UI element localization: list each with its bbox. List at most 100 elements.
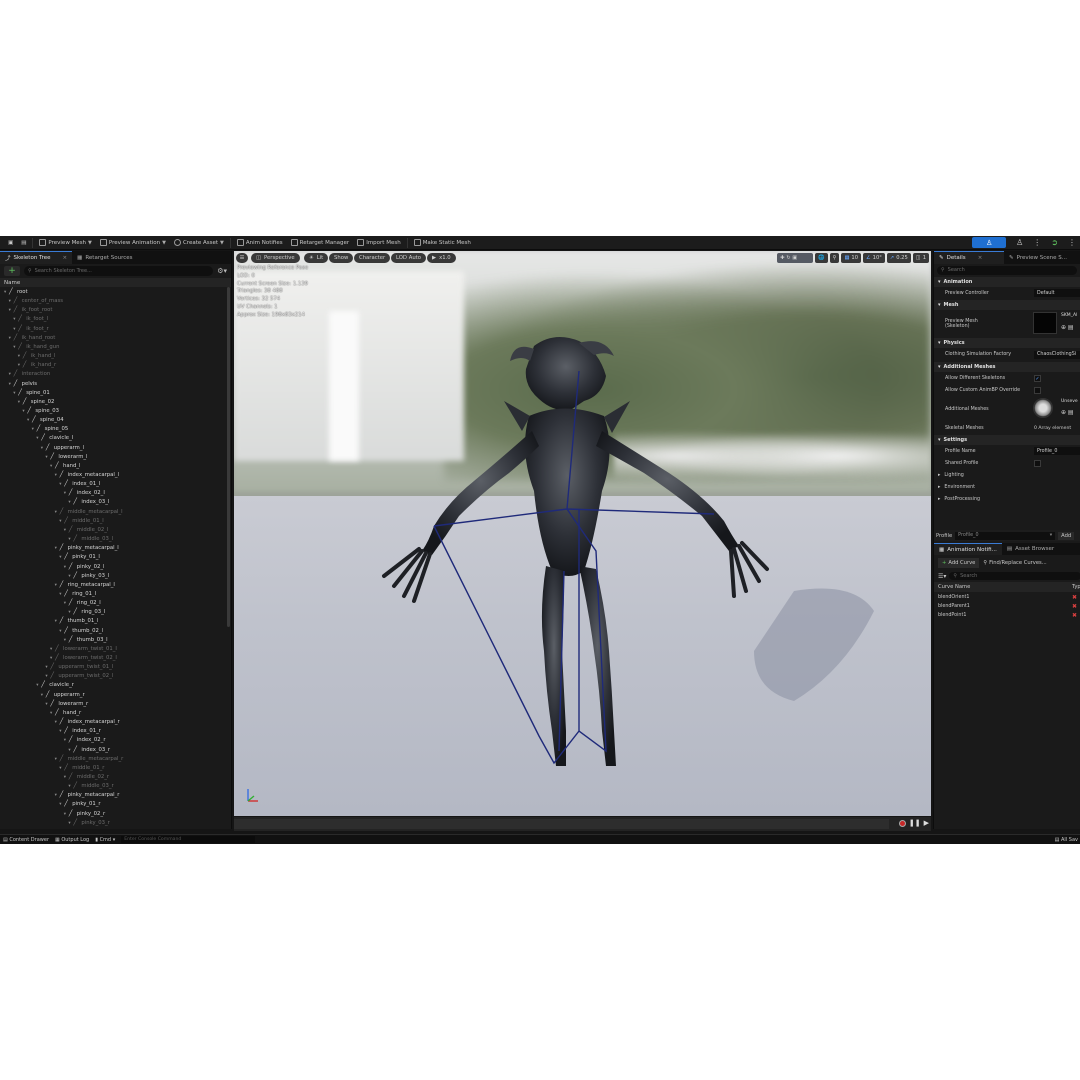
preview-mesh-button[interactable]: Preview Mesh ▼ (35, 237, 96, 249)
section-environment[interactable]: ▸ Environment (934, 481, 1080, 493)
details-search-input[interactable]: ⚲ Search (937, 265, 1077, 275)
bone-row[interactable]: ▾ ╱ middle_03_r (0, 781, 226, 790)
import-mesh-button[interactable]: Import Mesh (353, 237, 404, 249)
bone-row[interactable]: ▾ ╱ lowerarm_twist_02_l (0, 653, 226, 662)
record-button[interactable] (898, 819, 906, 827)
bone-row[interactable]: ▾ ╱ center_of_mass (0, 296, 226, 305)
bone-row[interactable]: ▾ ╱ ik_hand_r (0, 360, 226, 369)
bone-row[interactable]: ▾ ╱ upperarm_l (0, 443, 226, 452)
curve-row[interactable]: blendOrient1 ✖ (934, 593, 1080, 602)
section-settings[interactable]: ▾ Settings (934, 435, 1080, 445)
add-bone-button[interactable]: + (4, 266, 20, 276)
browse-icon[interactable]: ▤ (17, 237, 30, 249)
bone-row[interactable]: ▾ ╱ pelvis (0, 379, 226, 388)
delete-icon[interactable]: ✖ (1072, 612, 1077, 619)
find-replace-curves-button[interactable]: ⚲ Find/Replace Curves... (983, 558, 1046, 568)
bone-row[interactable]: ▾ ╱ middle_01_l (0, 516, 226, 525)
bone-row[interactable]: ▾ ╱ thumb_03_l (0, 635, 226, 644)
character-button[interactable]: Character (354, 253, 391, 263)
tab-preview-scene[interactable]: ✎ Preview Scene S... (1004, 251, 1072, 264)
shared-profile-checkbox[interactable] (1034, 459, 1041, 467)
bone-row[interactable]: ▾ ╱ pinky_03_r (0, 818, 226, 827)
viewport-menu-icon[interactable]: ☰ (236, 253, 248, 263)
profile-dropdown[interactable]: Profile_0 ▾ (955, 531, 1056, 540)
playback-speed-button[interactable]: ▶ x1.0 (427, 253, 456, 263)
section-lighting[interactable]: ▸ Lighting (934, 469, 1080, 481)
output-log-button[interactable]: ▦ Output Log (55, 837, 89, 843)
bone-row[interactable]: ▾ ╱ pinky_metacarpal_r (0, 790, 226, 799)
bone-row[interactable]: ▾ ╱ pinky_metacarpal_l (0, 543, 226, 552)
close-icon[interactable]: × (978, 255, 983, 261)
section-post-processing[interactable]: ▸ PostProcessing (934, 493, 1080, 505)
bone-row[interactable]: ▾ ╱ thumb_02_l (0, 626, 226, 635)
bone-row[interactable]: ▾ ╱ upperarm_twist_02_l (0, 671, 226, 680)
bone-row[interactable]: ▾ ╱ pinky_01_l (0, 552, 226, 561)
bone-row[interactable]: ▾ ╱ ik_foot_root (0, 305, 226, 314)
curve-row[interactable]: blendParent1 ✖ (934, 602, 1080, 611)
world-space-icon[interactable]: 🌐 (815, 253, 828, 263)
bone-row[interactable]: ▾ ╱ lowerarm_twist_01_l (0, 644, 226, 653)
bone-row[interactable]: ▾ ╱ index_01_l (0, 479, 226, 488)
bone-row[interactable]: ▾ ╱ root (0, 287, 226, 296)
bone-row[interactable]: ▾ ╱ middle_metacarpal_l (0, 507, 226, 516)
add-profile-button[interactable]: Add (1058, 531, 1075, 540)
bone-row[interactable]: ▾ ╱ interaction (0, 369, 226, 378)
alien-character-mesh[interactable] (234, 251, 931, 816)
bone-row[interactable]: ▾ ╱ upperarm_r (0, 690, 226, 699)
bone-row[interactable]: ▾ ╱ pinky_02_l (0, 562, 226, 571)
bone-row[interactable]: ▾ ╱ ring_01_l (0, 589, 226, 598)
bone-row[interactable]: ▾ ╱ clavicle_l (0, 433, 226, 442)
more-options-icon[interactable]: ⋮ (1068, 238, 1076, 247)
grid-snap-button[interactable]: ▦ 10 (841, 253, 861, 263)
settings-icon[interactable]: ⚙▾ (217, 267, 227, 275)
bone-row[interactable]: ▾ ╱ spine_05 (0, 424, 226, 433)
curves-search-input[interactable]: ⚲ Search (949, 572, 1080, 580)
scale-snap-button[interactable]: ↗ 0.25 (886, 253, 911, 263)
bone-row[interactable]: ▾ ╱ ik_hand_gun (0, 342, 226, 351)
bone-row[interactable]: ▾ ╱ spine_04 (0, 415, 226, 424)
bone-row[interactable]: ▾ ╱ index_03_l (0, 497, 226, 506)
bone-row[interactable]: ▾ ╱ middle_02_r (0, 772, 226, 781)
retarget-manager-button[interactable]: Retarget Manager (287, 237, 354, 249)
section-animation[interactable]: ▾ Animation (934, 277, 1080, 287)
timeline-track[interactable] (234, 819, 889, 829)
curve-row[interactable]: blendPoint1 ✖ (934, 611, 1080, 620)
show-button[interactable]: Show (329, 253, 354, 263)
lit-button[interactable]: ☀ Lit (304, 253, 329, 263)
skeleton-search-input[interactable]: ⚲ Search Skeleton Tree... (24, 266, 214, 276)
save-icon[interactable]: ▣ (4, 237, 17, 249)
section-physics[interactable]: ▾ Physics (934, 338, 1080, 348)
bone-row[interactable]: ▾ ╱ ring_03_l (0, 607, 226, 616)
bone-row[interactable]: ▾ ╱ hand_r (0, 708, 226, 717)
bone-row[interactable]: ▾ ╱ pinky_01_r (0, 799, 226, 808)
bone-row[interactable]: ▾ ╱ middle_metacarpal_r (0, 754, 226, 763)
bone-row[interactable]: ▾ ╱ lowerarm_l (0, 452, 226, 461)
allow-different-skeletons-checkbox[interactable]: ✓ (1034, 374, 1041, 382)
preview-viewport[interactable]: ☰ ◫ Perspective ☀ Lit Show Character LOD A… (234, 251, 931, 816)
bone-row[interactable]: ▾ ╱ thumb_01_l (0, 616, 226, 625)
bone-row[interactable]: ▾ ╱ clavicle_r (0, 680, 226, 689)
mesh-thumbnail[interactable] (1033, 312, 1057, 334)
make-static-mesh-button[interactable]: Make Static Mesh (410, 237, 475, 249)
delete-icon[interactable]: ✖ (1072, 603, 1077, 610)
bone-row[interactable]: ▾ ╱ ring_metacarpal_l (0, 580, 226, 589)
bone-row[interactable]: ▾ ╱ spine_01 (0, 388, 226, 397)
bone-row[interactable]: ▾ ╱ spine_03 (0, 406, 226, 415)
mesh-asset-name[interactable]: SKM_Al (1061, 313, 1077, 318)
add-curve-button[interactable]: + Add Curve (938, 558, 980, 568)
bone-row[interactable]: ▾ ╱ ring_02_l (0, 598, 226, 607)
bone-row[interactable]: ▾ ╱ index_02_l (0, 488, 226, 497)
source-control-status[interactable]: ▤ All Sav (1055, 837, 1078, 843)
bone-row[interactable]: ▾ ╱ index_03_r (0, 745, 226, 754)
console-command-input[interactable]: Enter Console Command (121, 836, 256, 843)
preview-animation-button[interactable]: Preview Animation ▼ (96, 237, 170, 249)
tab-retarget-sources[interactable]: ▦ Retarget Sources (72, 251, 137, 264)
transform-mode-button[interactable]: ✚ ↻ ▣ (777, 253, 814, 263)
bone-row[interactable]: ▾ ╱ lowerarm_r (0, 699, 226, 708)
filter-icon[interactable]: ☰▾ (938, 573, 946, 580)
bone-row[interactable]: ▾ ╱ spine_02 (0, 397, 226, 406)
bone-row[interactable]: ▾ ╱ middle_01_r (0, 763, 226, 772)
anim-notifies-button[interactable]: Anim Notifies (233, 237, 287, 249)
bone-row[interactable]: ▾ ╱ index_02_r (0, 735, 226, 744)
bone-row[interactable]: ▾ ╱ pinky_03_l (0, 571, 226, 580)
